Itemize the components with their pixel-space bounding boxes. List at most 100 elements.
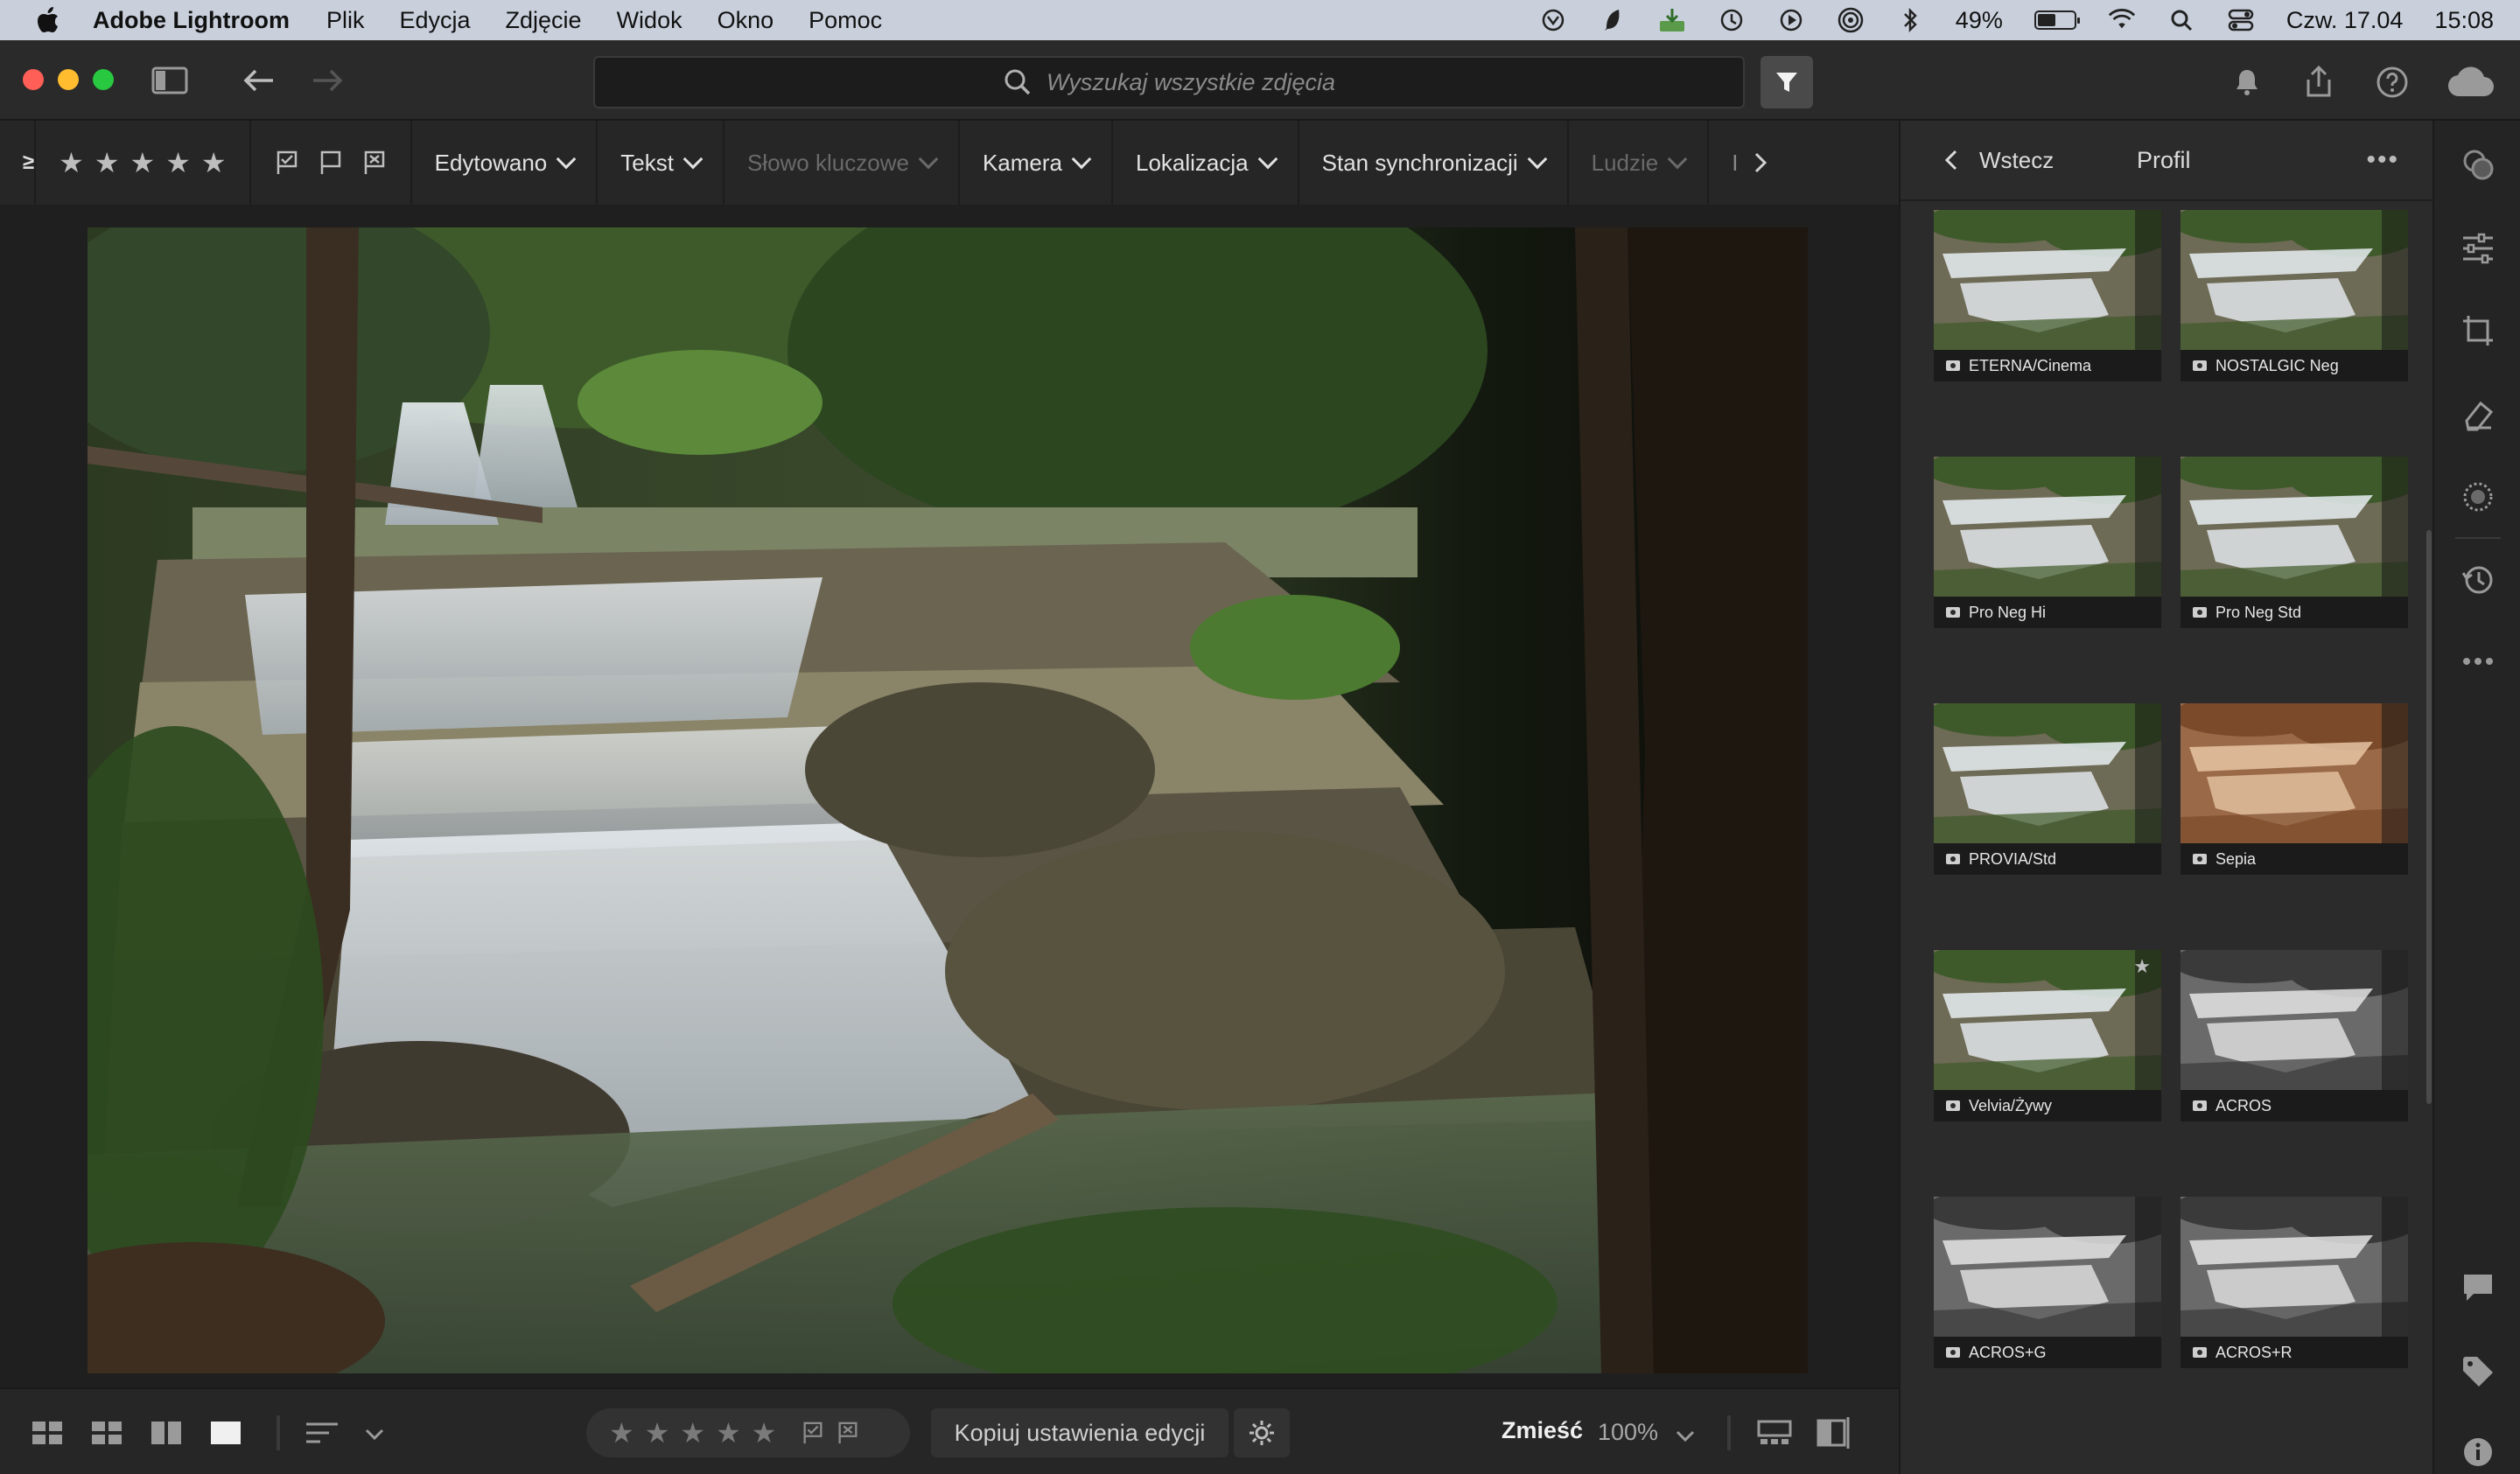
filter-more[interactable]: I — [1709, 121, 1790, 205]
comments-icon[interactable] — [2460, 1270, 2496, 1305]
keyword-tag-icon[interactable] — [2460, 1354, 2496, 1389]
sort-chevron-down-icon[interactable] — [362, 1424, 387, 1445]
menu-pomoc[interactable]: Pomoc — [808, 7, 882, 34]
star-icon[interactable]: ★ — [752, 1416, 777, 1450]
back-arrow-icon[interactable] — [240, 63, 278, 98]
star-icon[interactable]: ★ — [609, 1416, 634, 1450]
menu-widok[interactable]: Widok — [617, 7, 682, 34]
filter-keyword[interactable]: Słowo kluczowe — [724, 121, 960, 205]
square-grid-view-icon[interactable] — [30, 1417, 65, 1449]
control-center-icon[interactable] — [2227, 6, 2255, 34]
share-export-icon[interactable] — [2300, 63, 2338, 101]
rating-filter[interactable]: ★ ★ ★ ★ ★ — [36, 121, 251, 205]
search-field[interactable]: Wyszukaj wszystkie zdjęcia — [593, 56, 1745, 108]
panel-scrollbar[interactable] — [2426, 530, 2432, 1104]
profile-thumbnail[interactable]: Pro Neg Hi — [1934, 457, 2161, 628]
bluetooth-icon[interactable] — [1896, 6, 1924, 34]
star-icon[interactable]: ★ — [680, 1416, 705, 1450]
profile-thumbnail[interactable]: ACROS — [2180, 950, 2408, 1121]
star-icon[interactable]: ★ — [130, 146, 156, 179]
scope-toggle[interactable]: ≥ — [0, 121, 37, 205]
battery-icon[interactable] — [2034, 10, 2080, 30]
app-menu-name[interactable]: Adobe Lightroom — [93, 7, 290, 34]
star-icon[interactable]: ★ — [201, 146, 227, 179]
profile-thumbnail[interactable]: ACROS+G — [1934, 1197, 2161, 1368]
menu-plik[interactable]: Plik — [326, 7, 365, 34]
filter-people[interactable]: Ludzie — [1569, 121, 1710, 205]
help-icon[interactable] — [2373, 63, 2412, 101]
profile-thumbnail[interactable]: Pro Neg Std — [2180, 457, 2408, 628]
notifications-bell-icon[interactable] — [2230, 65, 2264, 100]
pick-flag-icon[interactable] — [801, 1421, 825, 1445]
star-icon[interactable]: ★ — [94, 146, 120, 179]
time-machine-icon[interactable] — [1718, 6, 1746, 34]
zoom-level[interactable]: 100% — [1598, 1419, 1658, 1446]
history-icon[interactable] — [2460, 562, 2496, 597]
info-icon[interactable] — [2460, 1435, 2496, 1470]
menu-zdjecie[interactable]: Zdjęcie — [506, 7, 582, 34]
feather-icon[interactable] — [1599, 6, 1627, 34]
more-tools-icon[interactable] — [2460, 644, 2496, 679]
profile-thumbnail[interactable]: PROVIA/Std — [1934, 703, 2161, 875]
rejected-flag-icon[interactable] — [361, 150, 388, 176]
star-icon[interactable]: ★ — [165, 146, 191, 179]
zoom-chevron-down-icon[interactable] — [1673, 1426, 1698, 1447]
filmstrip-toggle-icon[interactable] — [1755, 1415, 1794, 1450]
download-tray-icon[interactable] — [1658, 6, 1686, 34]
profile-thumbnail[interactable]: Velvia/Żywy ★ — [1934, 950, 2161, 1121]
cloud-sync-icon[interactable] — [2446, 63, 2496, 101]
menubar-time[interactable]: 15:08 — [2434, 7, 2494, 34]
photo-viewer[interactable] — [0, 205, 1899, 1387]
close-window-button[interactable] — [23, 69, 44, 90]
presets-icon[interactable] — [2460, 147, 2496, 182]
spotlight-search-icon[interactable] — [2167, 6, 2195, 34]
healing-eraser-icon[interactable] — [2460, 397, 2496, 432]
menu-okno[interactable]: Okno — [718, 7, 774, 34]
crop-icon[interactable] — [2460, 313, 2496, 348]
fit-zoom-label[interactable]: Zmieść — [1502, 1417, 1583, 1444]
filter-toggle-button[interactable] — [1760, 56, 1813, 108]
favorite-star-icon[interactable]: ★ — [2133, 955, 2151, 978]
reject-flag-icon[interactable] — [836, 1421, 860, 1445]
sidebar-toggle-icon[interactable] — [150, 63, 189, 98]
photo-grid-view-icon[interactable] — [89, 1417, 124, 1449]
star-icon[interactable]: ★ — [716, 1416, 741, 1450]
chevron-right-icon[interactable] — [1754, 151, 1768, 174]
play-circle-icon[interactable] — [1777, 6, 1805, 34]
more-options-icon[interactable]: ••• — [2366, 145, 2399, 175]
star-icon[interactable]: ★ — [645, 1416, 670, 1450]
detail-view-icon[interactable] — [208, 1417, 243, 1449]
copy-settings-gear-button[interactable] — [1234, 1408, 1290, 1457]
profile-thumbnail[interactable]: Sepia — [2180, 703, 2408, 875]
minimize-window-button[interactable] — [58, 69, 79, 90]
main-photo-waterfall[interactable] — [88, 227, 1808, 1373]
sort-icon[interactable] — [303, 1419, 341, 1447]
compare-view-icon[interactable] — [149, 1417, 184, 1449]
profile-thumbnail[interactable]: ETERNA/Cinema — [1934, 210, 2161, 381]
rating-stars[interactable]: ★ ★ ★ ★ ★ — [59, 146, 226, 179]
star-icon[interactable]: ★ — [59, 146, 84, 179]
masking-icon[interactable] — [2460, 479, 2496, 514]
copy-edit-settings-button[interactable]: Kopiuj ustawienia edycji — [931, 1408, 1228, 1457]
picked-flag-icon[interactable] — [274, 150, 300, 176]
profile-thumbnail[interactable]: ACROS+R — [2180, 1197, 2408, 1368]
zoom-window-button[interactable] — [93, 69, 114, 90]
wifi-icon[interactable] — [2108, 6, 2136, 34]
menubar-date[interactable]: Czw. 17.04 — [2286, 7, 2404, 34]
filter-sync-status[interactable]: Stan synchronizacji — [1299, 121, 1569, 205]
before-after-icon[interactable] — [1815, 1414, 1853, 1452]
filter-location[interactable]: Lokalizacja — [1113, 121, 1299, 205]
filter-text[interactable]: Tekst — [598, 121, 724, 205]
unflagged-icon[interactable] — [318, 150, 344, 176]
airdrop-icon[interactable] — [1837, 6, 1865, 34]
apple-menu-icon[interactable] — [35, 5, 61, 35]
edit-sliders-icon[interactable] — [2460, 231, 2496, 266]
chatgpt-icon[interactable] — [1539, 6, 1567, 34]
panel-back-button[interactable]: Wstecz — [1944, 147, 2054, 174]
bottom-rating-stars[interactable]: ★ ★ ★ ★ ★ — [609, 1416, 776, 1450]
forward-arrow-icon[interactable] — [308, 63, 346, 98]
menu-edycja[interactable]: Edycja — [399, 7, 470, 34]
filter-edited[interactable]: Edytowano — [412, 121, 598, 205]
profile-thumbnail[interactable]: NOSTALGIC Neg — [2180, 210, 2408, 381]
filter-camera[interactable]: Kamera — [960, 121, 1113, 205]
